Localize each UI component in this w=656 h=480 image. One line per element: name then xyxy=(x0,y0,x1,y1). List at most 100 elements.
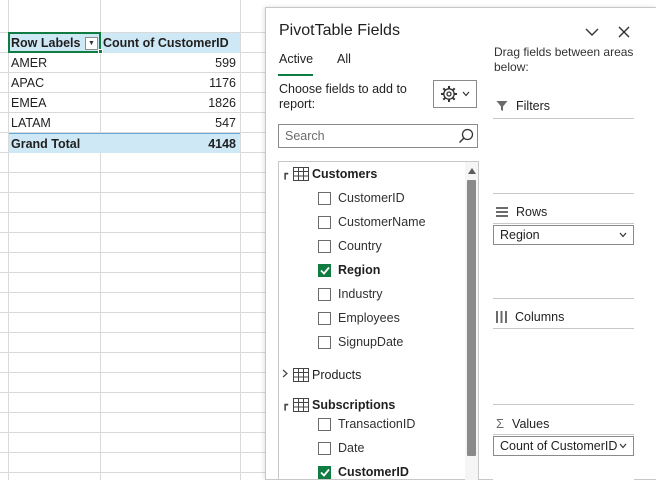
field-checkbox[interactable] xyxy=(318,441,331,455)
field-item-date[interactable]: Date xyxy=(279,436,464,460)
search-input[interactable] xyxy=(279,125,449,147)
rows-area-header: Rows xyxy=(496,205,547,219)
scroll-up-arrow-icon[interactable] xyxy=(468,168,476,174)
values-label: Values xyxy=(512,416,550,431)
columns-area-header: Columns xyxy=(496,310,564,324)
pane-options-button[interactable] xyxy=(583,23,601,41)
field-checkbox[interactable] xyxy=(318,215,331,229)
rows-icon xyxy=(496,207,508,217)
expand-toggle[interactable] xyxy=(279,369,291,381)
count-cell[interactable]: 1826 xyxy=(100,96,240,110)
field-label: CustomerID xyxy=(338,191,405,205)
rows-field-text: Region xyxy=(500,228,540,242)
values-field-dropdown[interactable]: Count of CustomerID xyxy=(493,436,634,456)
pivottable-fields-pane[interactable]: PivotTable Fields Active All Choose fiel… xyxy=(265,7,656,480)
field-label: Date xyxy=(338,441,365,455)
region-cell[interactable]: APAC xyxy=(9,76,100,90)
field-item-customerid[interactable]: CustomerID xyxy=(279,186,464,210)
field-checkbox[interactable] xyxy=(318,191,331,205)
field-label: Industry xyxy=(338,287,383,301)
chevron-down-icon xyxy=(619,443,627,449)
count-cell[interactable]: 1176 xyxy=(100,76,240,90)
filters-drop-zone[interactable] xyxy=(493,118,634,193)
table-icon xyxy=(293,398,309,412)
active-cell-selection xyxy=(8,32,101,53)
chevron-down-icon xyxy=(462,91,470,97)
columns-label: Columns xyxy=(515,310,565,324)
field-item-country[interactable]: Country xyxy=(279,234,464,258)
count-cell[interactable]: 547 xyxy=(100,116,240,130)
filters-area-header: Filters xyxy=(496,99,550,113)
filters-label: Filters xyxy=(516,99,551,113)
field-item-customerid-subscriptions[interactable]: CustomerID xyxy=(279,460,464,480)
field-label: Employees xyxy=(338,311,400,325)
area-divider xyxy=(493,298,634,299)
rows-field-dropdown[interactable]: Region xyxy=(493,225,634,245)
scrollbar-thumb[interactable] xyxy=(467,180,476,456)
collapse-toggle[interactable]: ┏ xyxy=(279,400,291,411)
close-icon xyxy=(618,26,630,38)
field-list[interactable]: ┏ Customers CustomerID CustomerName Coun… xyxy=(278,161,479,480)
sigma-icon: Σ xyxy=(496,416,505,431)
close-button[interactable] xyxy=(615,23,633,41)
count-cell[interactable]: 599 xyxy=(100,56,240,70)
field-item-industry[interactable]: Industry xyxy=(279,282,464,306)
grand-total-label[interactable]: Grand Total xyxy=(9,137,100,151)
field-checkbox-checked[interactable] xyxy=(318,465,331,479)
columns-icon xyxy=(496,311,507,323)
field-label: TransactionID xyxy=(338,417,416,431)
tools-button[interactable] xyxy=(433,80,477,108)
group-label: Products xyxy=(312,368,362,382)
columns-drop-zone[interactable] xyxy=(493,328,634,404)
field-checkbox[interactable] xyxy=(318,335,331,349)
field-item-signupdate[interactable]: SignupDate xyxy=(279,330,464,354)
pivot-data-row[interactable]: APAC 1176 xyxy=(9,73,240,93)
search-field[interactable] xyxy=(278,124,478,148)
grand-total-value[interactable]: 4148 xyxy=(100,137,240,151)
field-label: Region xyxy=(338,263,381,277)
table-icon xyxy=(293,167,309,181)
fill-handle[interactable] xyxy=(98,49,103,54)
rows-label: Rows xyxy=(516,205,548,219)
tab-active[interactable]: Active xyxy=(279,52,313,66)
field-checkbox-checked[interactable] xyxy=(318,263,331,277)
search-icon xyxy=(459,128,474,143)
field-group-products[interactable]: Products xyxy=(279,363,464,387)
field-checkbox[interactable] xyxy=(318,239,331,253)
field-checkbox[interactable] xyxy=(318,311,331,325)
group-label: Subscriptions xyxy=(312,398,396,412)
chevron-down-icon xyxy=(585,28,599,36)
filter-icon xyxy=(496,101,508,111)
area-divider xyxy=(493,193,634,194)
chevron-down-icon xyxy=(619,232,627,238)
field-checkbox[interactable] xyxy=(318,417,331,431)
gear-icon xyxy=(441,86,457,102)
region-cell[interactable]: AMER xyxy=(9,56,100,70)
grand-total-row[interactable]: Grand Total 4148 xyxy=(9,133,240,153)
region-cell[interactable]: EMEA xyxy=(9,96,100,110)
checkmark-icon xyxy=(319,266,330,275)
area-divider xyxy=(493,404,634,405)
region-cell[interactable]: LATAM xyxy=(9,116,100,130)
field-checkbox[interactable] xyxy=(318,287,331,301)
tab-all[interactable]: All xyxy=(337,52,351,66)
field-label: Country xyxy=(338,239,382,253)
table-icon xyxy=(293,368,309,382)
collapse-toggle[interactable]: ┏ xyxy=(279,169,291,180)
values-field-text: Count of CustomerID xyxy=(500,439,618,453)
count-header-cell[interactable]: Count of CustomerID xyxy=(100,36,240,50)
pivot-data-row[interactable]: AMER 599 xyxy=(9,53,240,73)
field-group-customers[interactable]: ┏ Customers xyxy=(279,162,464,186)
drag-fields-text: Drag fields between areas below: xyxy=(494,45,634,74)
field-item-customername[interactable]: CustomerName xyxy=(279,210,464,234)
field-item-transactionid[interactable]: TransactionID xyxy=(279,412,464,436)
field-item-region[interactable]: Region xyxy=(279,258,464,282)
group-label: Customers xyxy=(312,167,378,181)
checkmark-icon xyxy=(319,468,330,477)
choose-fields-text: Choose fields to add to report: xyxy=(279,82,407,111)
field-label: SignupDate xyxy=(338,335,404,349)
pivot-data-row[interactable]: LATAM 547 xyxy=(9,113,240,133)
field-list-scrollbar[interactable] xyxy=(465,162,478,480)
pivot-data-row[interactable]: EMEA 1826 xyxy=(9,93,240,113)
field-item-employees[interactable]: Employees xyxy=(279,306,464,330)
